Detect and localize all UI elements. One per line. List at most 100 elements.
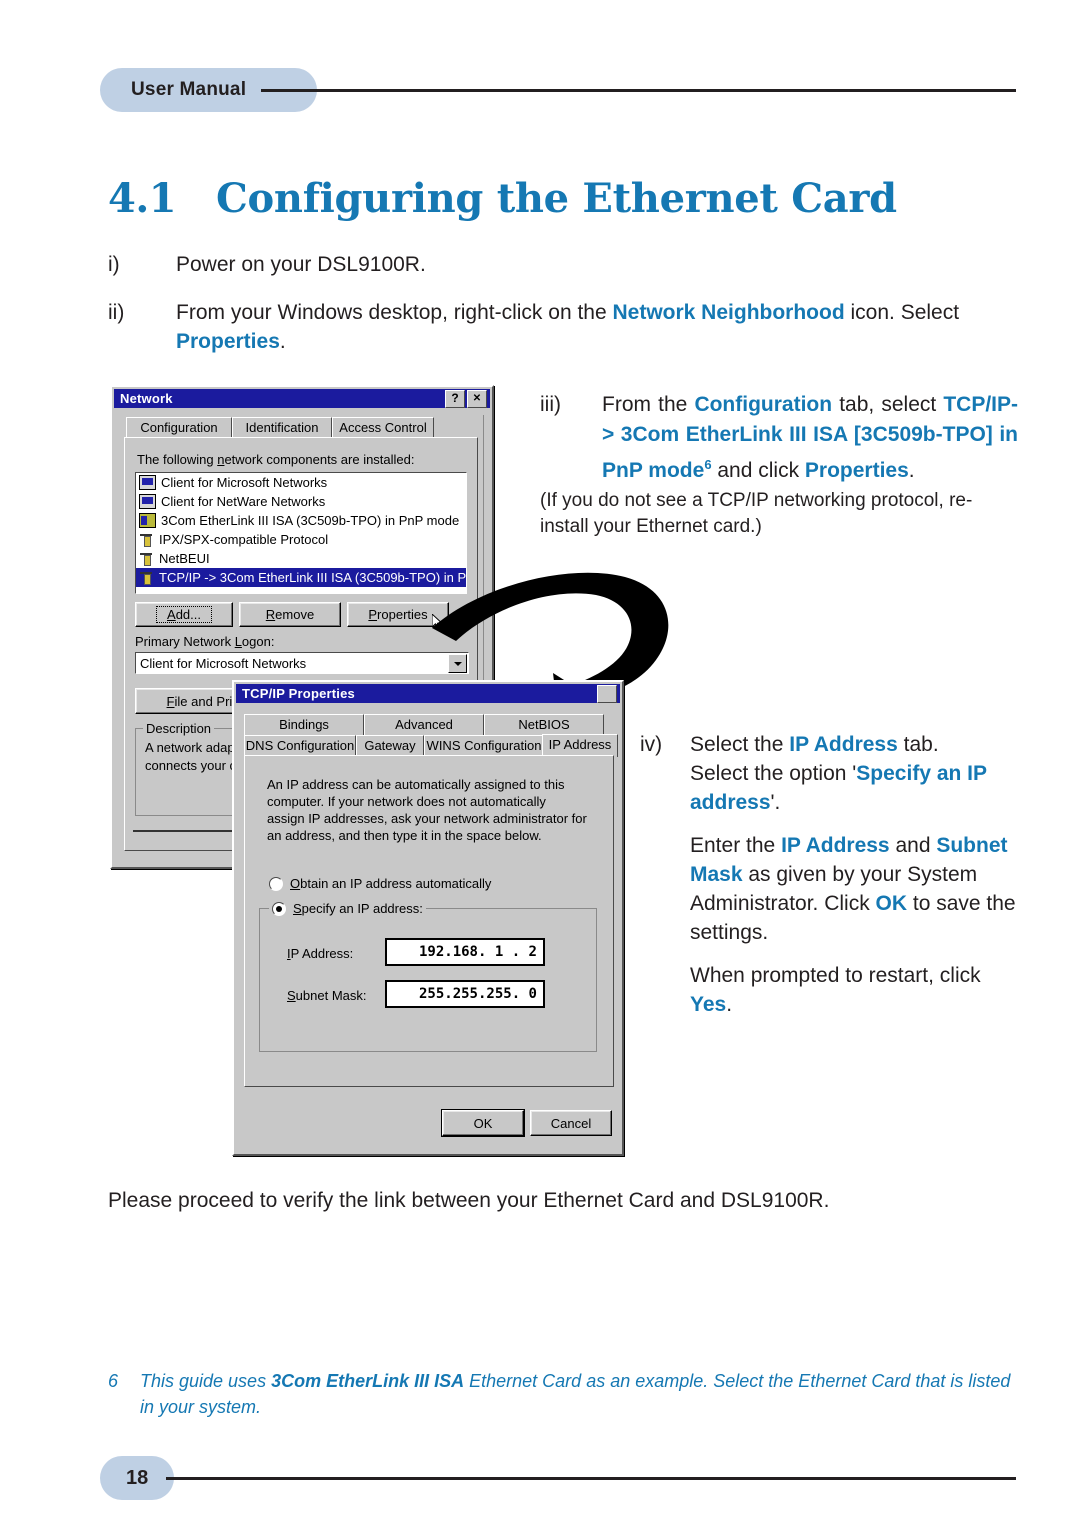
step-iii-bold-properties: Properties xyxy=(804,459,909,482)
step-iv-number: iv) xyxy=(640,733,663,756)
page-title: 4.1 Configuring the Ethernet Card xyxy=(108,175,1008,227)
radio-obtain-automatically[interactable]: Obtain an IP address automatically xyxy=(269,876,491,891)
page-number: 18 xyxy=(126,1467,149,1489)
computer-icon xyxy=(139,494,156,509)
computer-icon xyxy=(139,475,156,490)
step-iv-bold-ip-address: IP Address xyxy=(781,834,890,857)
page-header: User Manual xyxy=(100,68,1020,114)
step-iv-para-3: When prompted to restart, click Yes. xyxy=(690,961,1018,1019)
tcpip-properties-dialog[interactable]: TCP/IP Properties Bindings Advanced NetB… xyxy=(232,680,624,1156)
step-i-text: Power on your DSL9100R. xyxy=(176,253,426,276)
ip-description-text: An IP address can be automatically assig… xyxy=(267,777,587,843)
step-iv-para-2: Enter the IP Address and Subnet Mask as … xyxy=(690,831,1018,947)
step-ii: ii) From your Windows desktop, right-cli… xyxy=(108,298,1016,356)
tcpip-dialog-title: TCP/IP Properties xyxy=(242,686,355,701)
footnote-marker-inline: 6 xyxy=(704,457,712,472)
mouse-cursor-icon xyxy=(432,614,444,630)
subnet-mask-input[interactable]: 255.255.255. 0 xyxy=(385,980,545,1008)
description-line-1: A network adapt xyxy=(145,740,239,755)
step-iii-note: (If you do not see a TCP/IP networking p… xyxy=(540,490,973,537)
components-label: The following network components are ins… xyxy=(137,452,415,467)
step-i: i) Power on your DSL9100R. xyxy=(108,250,1008,279)
radio-icon-obtain[interactable] xyxy=(269,876,283,891)
description-legend: Description xyxy=(143,721,215,736)
list-item[interactable]: NetBEUI xyxy=(136,549,466,568)
tab-dns-configuration[interactable]: DNS Configuration xyxy=(244,735,356,757)
footer-rule xyxy=(166,1477,1016,1480)
tcpip-tabstrip-row2: DNS Configuration Gateway WINS Configura… xyxy=(244,734,618,757)
adapter-icon xyxy=(139,513,156,528)
step-iii-text-4: . xyxy=(908,459,915,482)
tcpip-dialog-titlebar: TCP/IP Properties xyxy=(236,684,620,703)
tab-identification[interactable]: Identification xyxy=(232,417,332,439)
radio-icon-specify[interactable] xyxy=(272,901,286,916)
step-iv-bold-ok: OK xyxy=(875,892,908,915)
step-iii-number: iii) xyxy=(540,393,561,416)
ip-address-label: IP Address: xyxy=(287,946,354,961)
page-footer: 18 xyxy=(100,1456,1020,1502)
section-number: 4.1 xyxy=(108,175,177,222)
tcpip-tab-panel: An IP address can be automatically assig… xyxy=(244,755,614,1087)
help-icon[interactable]: ? xyxy=(445,389,465,408)
step-ii-text-1: From your Windows desktop, right-click o… xyxy=(176,301,613,324)
step-ii-text-3: . xyxy=(279,330,286,353)
list-item[interactable]: IPX/SPX-compatible Protocol xyxy=(136,530,466,549)
tab-configuration[interactable]: Configuration xyxy=(126,417,232,439)
protocol-icon xyxy=(139,533,154,547)
network-dialog-titlebar: Network ? ✕ xyxy=(114,389,490,408)
subnet-mask-label: Subnet Mask: xyxy=(287,988,367,1003)
tab-gateway[interactable]: Gateway xyxy=(356,735,424,757)
tab-wins-configuration[interactable]: WINS Configuration xyxy=(424,735,544,757)
section-heading: Configuring the Ethernet Card xyxy=(216,175,897,222)
cancel-button[interactable]: Cancel xyxy=(530,1110,612,1136)
tcpip-tabstrip-row1: Bindings Advanced NetBIOS xyxy=(244,714,614,736)
close-icon[interactable]: ✕ xyxy=(467,389,487,408)
tab-advanced[interactable]: Advanced xyxy=(364,714,484,736)
list-item[interactable]: 3Com EtherLink III ISA (3C509b-TPO) in P… xyxy=(136,511,466,530)
tab-netbios[interactable]: NetBIOS xyxy=(484,714,604,736)
header-rule xyxy=(261,89,1016,92)
list-item[interactable]: Client for Microsoft Networks xyxy=(136,473,466,492)
chevron-down-icon[interactable] xyxy=(448,654,467,673)
step-iv-p2-a: Select the option ' xyxy=(690,762,857,785)
step-ii-link-network-neighborhood: Network Neighborhood xyxy=(612,301,845,324)
description-line-2: connects your co xyxy=(145,758,244,773)
tab-access-control[interactable]: Access Control xyxy=(332,417,434,439)
step-iv-p4-c: . xyxy=(726,993,733,1016)
add-button[interactable]: Add... xyxy=(135,602,233,627)
radio-specify-ip-address[interactable]: Specify an IP address: xyxy=(269,901,426,916)
step-iv-p3-c: and xyxy=(889,834,937,857)
step-iv-p2-c: '. xyxy=(770,791,781,814)
step-iv-p3-a: Enter the xyxy=(690,834,782,857)
network-dialog-title: Network xyxy=(120,391,173,406)
step-ii-text-2: icon. Select xyxy=(844,301,960,324)
footnote-bold: 3Com EtherLink III ISA xyxy=(271,1371,465,1391)
ip-address-input[interactable]: 192.168. 1 . 2 xyxy=(385,938,545,966)
remove-button[interactable]: Remove xyxy=(239,602,341,627)
protocol-icon xyxy=(139,571,154,585)
tab-bindings[interactable]: Bindings xyxy=(244,714,364,736)
closing-text: Please proceed to verify the link betwee… xyxy=(108,1189,830,1212)
protocol-icon xyxy=(139,552,154,566)
primary-logon-select[interactable]: Client for Microsoft Networks xyxy=(135,652,469,674)
step-iii-text-1: From the xyxy=(602,393,695,416)
step-i-number: i) xyxy=(108,253,120,276)
footnote-text-1: This guide uses xyxy=(140,1371,272,1391)
network-tabstrip: Configuration Identification Access Cont… xyxy=(126,417,478,439)
step-iv-bold-yes: Yes xyxy=(690,993,727,1016)
step-iv-p4-a: When prompted to restart, click xyxy=(690,964,981,987)
step-iv-bold-ip-address-tab: IP Address xyxy=(789,733,898,756)
ok-button[interactable]: OK xyxy=(442,1110,524,1136)
step-iv-p1-a: Select the xyxy=(690,733,790,756)
footnote: 6 This guide uses 3Com EtherLink III ISA… xyxy=(108,1368,1016,1420)
primary-logon-label: Primary Network Logon: xyxy=(135,634,275,649)
step-iii: iii) From the Configuration tab, select … xyxy=(540,390,1018,486)
step-iv: iv) Select the IP Address tab. Select the… xyxy=(640,730,1018,1019)
list-item[interactable]: Client for NetWare Networks xyxy=(136,492,466,511)
tcpip-close-icon[interactable] xyxy=(597,684,617,703)
tab-ip-address[interactable]: IP Address xyxy=(542,734,618,757)
network-components-list[interactable]: Client for Microsoft Networks Client for… xyxy=(135,472,467,594)
step-ii-number: ii) xyxy=(108,301,125,324)
list-item-selected[interactable]: TCP/IP -> 3Com EtherLink III ISA (3C509b… xyxy=(136,568,466,587)
header-label: User Manual xyxy=(131,79,247,100)
